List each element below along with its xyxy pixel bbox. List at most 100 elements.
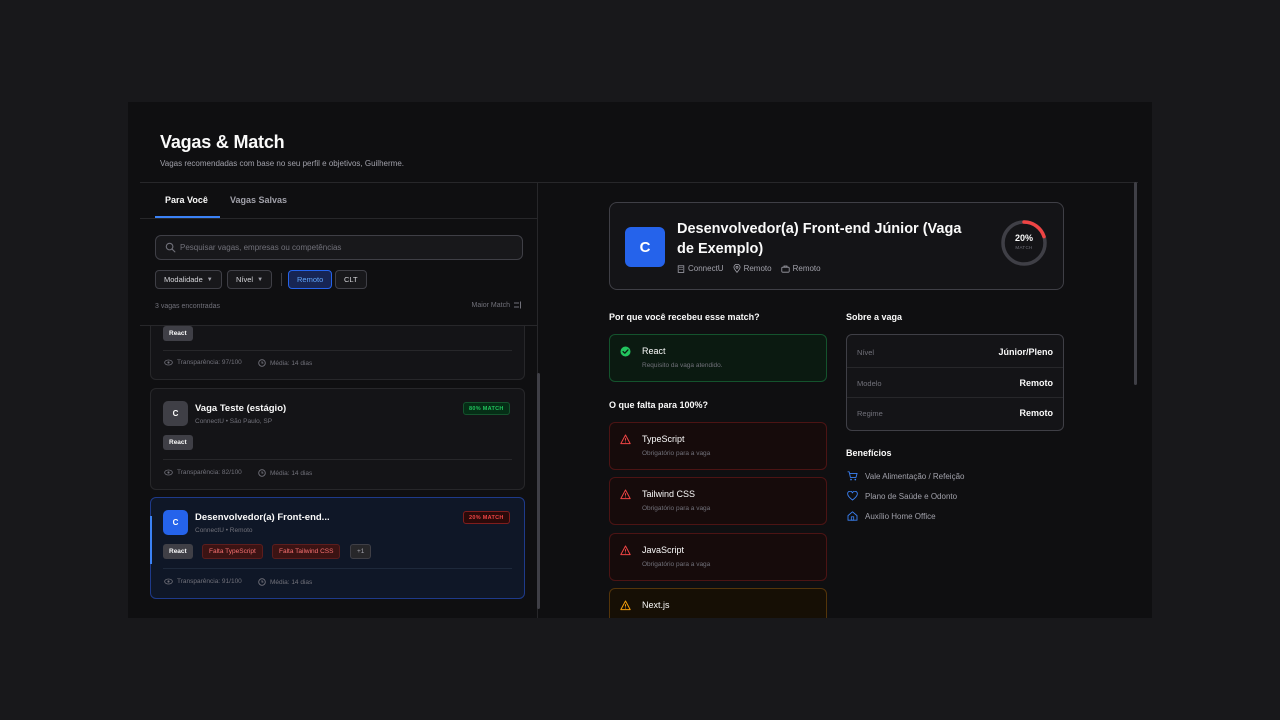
detail-scrollbar[interactable]: [1134, 182, 1137, 385]
average-text: Média: 14 dias: [270, 359, 313, 367]
about-row-regime: Regime Remoto: [847, 397, 1063, 427]
job-card[interactable]: React Transparência: 97/100 Média: 14 di…: [150, 326, 525, 380]
app-window: Vagas & Match Vagas recomendadas com bas…: [128, 102, 1152, 618]
map-pin-icon: [733, 264, 741, 273]
job-detail-header: C Desenvolvedor(a) Front-end Júnior (Vag…: [609, 202, 1064, 290]
average-text: Média: 14 dias: [270, 469, 313, 477]
job-meta: ConnectU • São Paulo, SP: [195, 418, 273, 425]
filter-chip-clt[interactable]: CLT: [335, 270, 367, 289]
modality-meta: Remoto: [780, 264, 821, 273]
briefcase-icon: [780, 265, 790, 273]
eye-icon: [164, 469, 173, 476]
match-ring: [1001, 220, 1047, 266]
match-badge: 20% MATCH: [463, 511, 510, 524]
benefit-item: Auxílio Home Office: [847, 511, 936, 521]
transparency-text: Transparência: 91/100: [177, 578, 242, 585]
check-circle-icon: [620, 346, 631, 357]
sort-button[interactable]: Maior Match: [471, 301, 522, 309]
about-row-nivel: Nível Júnior/Pleno: [847, 337, 1063, 367]
location-text: Remoto: [743, 264, 772, 273]
tab-vagas-salvas[interactable]: Vagas Salvas: [230, 195, 287, 205]
requirement-name: React: [642, 346, 666, 356]
location-meta: Remoto: [733, 264, 772, 273]
about-label: Nível: [857, 348, 875, 357]
requirement-met-card: React Requisito da vaga atendido.: [609, 334, 827, 382]
job-title: Desenvolvedor(a) Front-end...: [195, 512, 330, 523]
average-stat: Média: 14 dias: [258, 359, 312, 367]
about-value: Júnior/Pleno: [998, 347, 1053, 357]
about-label: Regime: [857, 409, 883, 418]
chevron-down-icon: ▼: [206, 276, 213, 283]
eye-icon: [164, 578, 173, 585]
filter-nivel-label: Nível: [236, 275, 254, 284]
match-label: MATCH: [1015, 245, 1033, 250]
requirement-status: Obrigatório para a vaga: [642, 561, 711, 568]
results-count: 3 vagas encontradas: [155, 303, 220, 310]
warning-icon: [620, 600, 631, 611]
average-stat: Média: 14 dias: [258, 469, 312, 477]
about-row-modelo: Modelo Remoto: [847, 367, 1063, 397]
requirement-status: Obrigatório para a vaga: [642, 505, 711, 512]
missing-skill-tag: Falta TypeScript: [202, 544, 263, 559]
warning-icon: [620, 489, 631, 500]
card-divider: [163, 350, 512, 351]
filter-modalidade-dropdown[interactable]: Modalidade ▼: [155, 270, 222, 289]
job-title: Vaga Teste (estágio): [195, 403, 287, 414]
home-icon: [847, 511, 858, 521]
benefits-title: Benefícios: [846, 448, 892, 458]
benefit-label: Plano de Saúde e Odonto: [865, 491, 958, 501]
filter-nivel-dropdown[interactable]: Nível ▼: [227, 270, 273, 289]
missing-title: O que falta para 100%?: [609, 400, 709, 410]
eye-icon: [164, 359, 173, 366]
skill-tag: React: [163, 544, 193, 559]
clock-icon: [258, 578, 266, 586]
active-tab-indicator: [155, 216, 220, 218]
skill-tag: React: [163, 435, 193, 450]
filter-chip-remoto[interactable]: Remoto: [288, 270, 333, 289]
requirement-status: Requisito da vaga atendido.: [642, 362, 723, 369]
missing-skill-tag: Falta Tailwind CSS: [272, 544, 341, 559]
skill-tag: React: [163, 326, 193, 341]
company-logo: C: [625, 227, 665, 267]
benefit-label: Vale Alimentação / Refeição: [865, 471, 965, 481]
about-label: Modelo: [857, 379, 882, 388]
about-job-card: Nível Júnior/Pleno Modelo Remoto Regime …: [846, 334, 1064, 431]
company-name: ConnectU: [688, 264, 724, 273]
transparency-text: Transparência: 97/100: [177, 359, 242, 366]
benefit-item: Plano de Saúde e Odonto: [847, 491, 957, 501]
average-stat: Média: 14 dias: [258, 578, 312, 586]
about-value: Remoto: [1019, 378, 1054, 388]
card-divider: [163, 459, 512, 460]
list-scrollbar[interactable]: [537, 373, 540, 609]
company-logo: C: [163, 510, 188, 535]
page-subtitle: Vagas recomendadas com base no seu perfi…: [160, 159, 404, 168]
transparency-text: Transparência: 82/100: [177, 469, 242, 476]
requirement-missing-card: JavaScript Obrigatório para a vaga: [609, 533, 827, 581]
modality-text: Remoto: [792, 264, 821, 273]
clock-icon: [258, 469, 266, 477]
search-input[interactable]: [180, 236, 518, 259]
job-card[interactable]: C Vaga Teste (estágio) ConnectU • São Pa…: [150, 388, 525, 490]
job-meta: ConnectU • Remoto: [195, 527, 253, 534]
cart-icon: [847, 471, 858, 481]
heart-icon: [847, 491, 858, 501]
benefit-item: Vale Alimentação / Refeição: [847, 471, 964, 481]
clock-icon: [258, 359, 266, 367]
warning-icon: [620, 545, 631, 556]
company-logo: C: [163, 401, 188, 426]
company-meta: ConnectU: [677, 264, 724, 273]
average-text: Média: 14 dias: [270, 578, 313, 586]
job-detail-meta: ConnectU Remoto Remoto: [677, 264, 821, 273]
transparency-stat: Transparência: 97/100: [164, 359, 242, 366]
filter-modalidade-label: Modalidade: [164, 275, 203, 284]
transparency-stat: Transparência: 91/100: [164, 578, 242, 585]
sort-icon: [514, 301, 521, 309]
more-tags-badge[interactable]: +1: [350, 544, 372, 559]
sort-label: Maior Match: [471, 301, 510, 309]
job-card-selected[interactable]: C Desenvolvedor(a) Front-end... ConnectU…: [150, 497, 525, 599]
tab-para-voce[interactable]: Para Você: [165, 195, 208, 205]
job-list: React Transparência: 97/100 Média: 14 di…: [140, 326, 538, 618]
benefit-label: Auxílio Home Office: [865, 511, 936, 521]
requirement-name: JavaScript: [642, 545, 685, 555]
about-value: Remoto: [1019, 408, 1054, 418]
